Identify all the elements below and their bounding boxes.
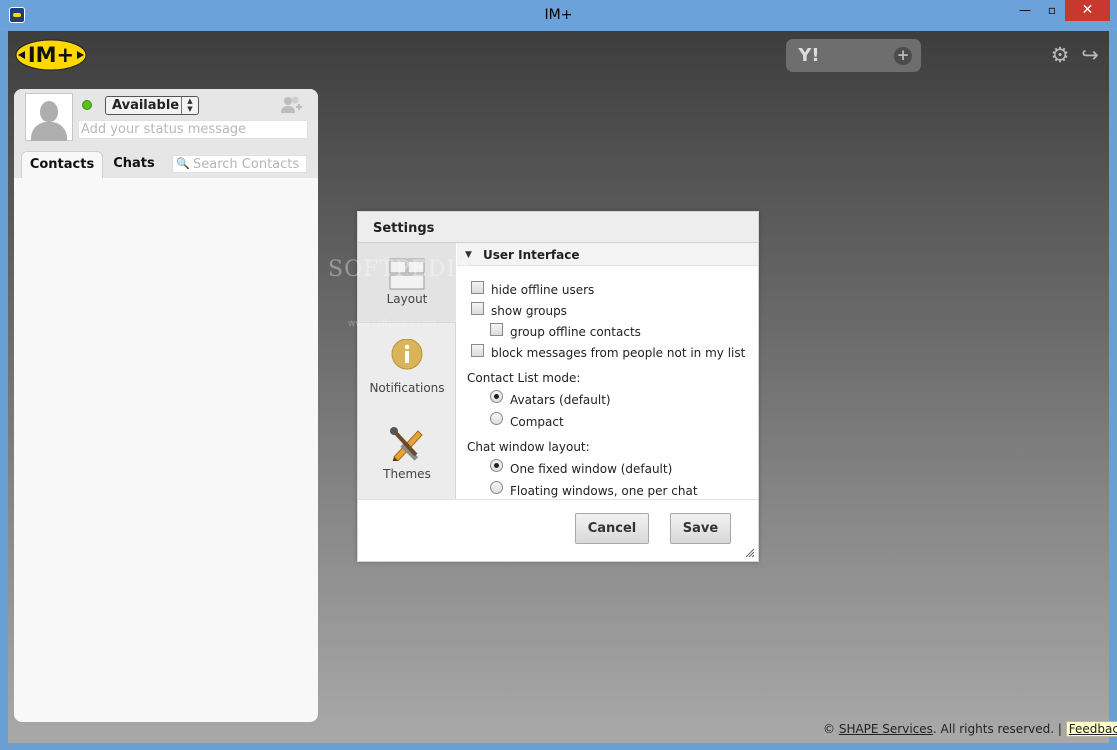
avatars-label: Avatars (default) xyxy=(510,393,611,407)
dialog-footer: Cancel Save xyxy=(358,499,758,561)
tab-chats[interactable]: Chats xyxy=(104,151,164,178)
status-online-icon xyxy=(82,100,92,110)
status-message-input[interactable]: Add your status message xyxy=(78,120,308,139)
account-bar[interactable]: Y! + xyxy=(786,39,921,72)
sidebar-label-themes: Themes xyxy=(383,467,431,481)
section-title: User Interface xyxy=(483,248,580,262)
footer: © SHAPE Services. All rights reserved. |… xyxy=(823,721,1117,737)
info-icon xyxy=(391,339,423,370)
watermark: SOFTPEDIA xyxy=(328,257,474,282)
brush-pencil-icon xyxy=(390,427,423,461)
chat-layout-label: Chat window layout: xyxy=(467,440,590,454)
avatars-radio[interactable] xyxy=(490,390,503,403)
floating-windows-label: Floating windows, one per chat xyxy=(510,484,698,498)
dialog-title: Settings xyxy=(358,212,758,243)
copyright-symbol: © xyxy=(823,722,835,736)
maximize-button[interactable]: ▫ xyxy=(1038,0,1066,21)
compact-label: Compact xyxy=(510,415,564,429)
hide-offline-checkbox[interactable] xyxy=(471,281,484,294)
company-link[interactable]: SHAPE Services xyxy=(839,722,933,736)
status-value: Available xyxy=(112,98,180,113)
search-contacts-input[interactable]: 🔍 Search Contacts xyxy=(172,155,307,173)
logo-text: IM+ xyxy=(28,43,74,67)
block-messages-label: block messages from people not in my lis… xyxy=(491,346,746,360)
rights-text: . All rights reserved. | xyxy=(932,722,1062,736)
contact-list-mode-label: Contact List mode: xyxy=(467,371,581,385)
profile-header: Available ▲ ▼ Add your status message Con… xyxy=(14,89,318,178)
select-arrows-icon: ▲ ▼ xyxy=(181,97,198,114)
sidebar-label-notifications: Notifications xyxy=(369,381,445,395)
sidebar-item-layout[interactable]: Layout xyxy=(358,243,456,323)
add-contact-icon[interactable] xyxy=(279,95,303,115)
tab-contacts[interactable]: Contacts xyxy=(21,151,103,178)
close-button[interactable]: ✕ xyxy=(1065,0,1110,21)
show-groups-label: show groups xyxy=(491,304,567,318)
gear-icon[interactable]: ⚙ xyxy=(1048,43,1072,67)
save-button[interactable]: Save xyxy=(670,513,731,544)
watermark-url: www.softpedia.com xyxy=(348,319,436,329)
block-messages-checkbox[interactable] xyxy=(471,344,484,357)
group-offline-label: group offline contacts xyxy=(510,325,641,339)
logout-icon[interactable]: ↪ xyxy=(1078,43,1102,67)
resize-grip-icon[interactable] xyxy=(745,548,755,558)
add-account-icon[interactable]: + xyxy=(894,47,912,65)
section-user-interface[interactable]: ▼ User Interface xyxy=(457,243,758,266)
hide-offline-label: hide offline users xyxy=(491,283,595,297)
compact-radio[interactable] xyxy=(490,412,503,425)
show-groups-checkbox[interactable] xyxy=(471,302,484,315)
floating-windows-radio[interactable] xyxy=(490,481,503,494)
fixed-window-label: One fixed window (default) xyxy=(510,462,673,476)
cancel-button[interactable]: Cancel xyxy=(575,513,649,544)
search-icon: 🔍 xyxy=(176,157,190,170)
app-client-area: IM+ Y! + ⚙ ↪ Available ▲ ▼ Add your stat… xyxy=(8,31,1117,743)
title-bar: IM+ — ▫ ✕ xyxy=(0,0,1117,31)
sidebar-item-themes[interactable]: Themes xyxy=(358,413,456,499)
settings-content: ▼ User Interface hide offline users show… xyxy=(457,243,758,499)
minimize-button[interactable]: — xyxy=(1010,0,1040,21)
contacts-panel: Available ▲ ▼ Add your status message Con… xyxy=(14,89,318,722)
avatar[interactable] xyxy=(25,93,73,141)
yahoo-account-icon[interactable]: Y! xyxy=(796,43,822,69)
fixed-window-radio[interactable] xyxy=(490,459,503,472)
sidebar-label-layout: Layout xyxy=(386,292,428,306)
search-placeholder: Search Contacts xyxy=(193,157,300,172)
im-plus-logo: IM+ xyxy=(15,39,87,71)
group-offline-checkbox[interactable] xyxy=(490,323,503,336)
feedback-link[interactable]: Feedback xyxy=(1065,721,1117,737)
status-select[interactable]: Available ▲ ▼ xyxy=(105,96,199,115)
window-title: IM+ xyxy=(544,7,573,23)
sidebar-item-notifications[interactable]: Notifications xyxy=(358,323,456,413)
